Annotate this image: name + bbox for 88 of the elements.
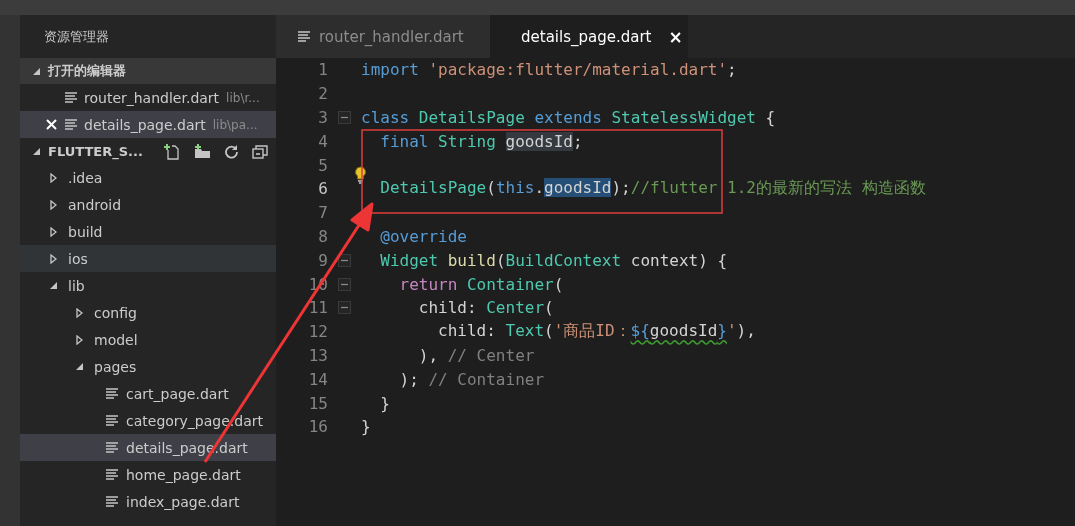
line-number: 4 [317,131,328,151]
code-line: child: Center( [417,298,554,318]
section-header[interactable]: FLUTTER_S... [48,143,143,159]
file-lines-icon [65,92,77,103]
fold-icon[interactable] [338,111,351,124]
collapsed-triangle-icon[interactable] [49,199,57,210]
code-line: } [361,417,371,437]
file-lines-icon [106,388,118,399]
line-number: 3 [317,108,328,127]
line-number: 1 [317,60,328,80]
expanded-triangle-icon[interactable] [48,281,58,290]
code-line: return Container( [398,274,564,294]
sidebar-title: 资源管理器 [44,27,109,46]
line-number: 2 [317,84,328,104]
collapse-all-icon[interactable] [252,143,268,159]
line-number: 16 [307,417,328,437]
editor-tab[interactable]: details_page.dart × [490,15,688,58]
file-lines-icon [106,442,118,453]
line-number: 7 [317,203,328,223]
folder-name: ios [68,250,88,267]
line-number: 15 [307,393,328,413]
file-name: home_page.dart [126,466,241,483]
code-line: ), // Center [417,345,535,365]
open-editor-item[interactable]: router_handler.dart lib\r... [20,84,276,111]
file-lines-icon [106,469,118,480]
tree-item[interactable]: build [20,218,276,245]
tree-item[interactable]: cart_page.dart [20,380,276,407]
expanded-triangle-icon[interactable] [74,362,84,371]
new-folder-icon[interactable] [194,143,211,159]
code-line: import 'package:flutter/material.dart'; [361,60,737,80]
line-number: 8 [317,226,328,246]
collapsed-triangle-icon[interactable] [49,172,57,183]
collapsed-triangle-icon[interactable] [49,253,57,264]
file-name: cart_page.dart [126,385,229,402]
close-icon[interactable]: × [668,26,683,47]
line-number: 5 [317,155,328,175]
file-lines-icon [106,415,118,426]
open-editor-item[interactable]: details_page.dart lib\pa... [20,111,276,138]
collapsed-triangle-icon[interactable] [75,334,83,345]
code-line: } [379,393,390,413]
code-line: child: Text('商品ID：${goodsId}'), [437,321,756,343]
line-number: 11 [307,298,328,318]
editor-tab[interactable]: router_handler.dart [276,15,490,58]
file-lines-icon [65,119,77,130]
line-number: 14 [307,369,328,389]
tree-item[interactable]: pages [20,353,276,380]
file-path: lib\r... [226,90,260,105]
folder-name: .idea [68,169,103,186]
line-number: 6 [317,179,328,199]
refresh-icon[interactable] [224,143,239,159]
line-number: 9 [317,250,328,270]
collapsed-triangle-icon[interactable] [75,307,83,318]
tree-item[interactable]: ios [20,245,276,272]
fold-icon[interactable] [338,253,351,267]
line-number: 12 [307,322,328,342]
tree-item[interactable]: home_page.dart [20,461,276,488]
file-lines-icon [106,496,118,507]
folder-name: build [68,223,103,240]
tree-item[interactable]: android [20,191,276,218]
expanded-triangle-icon[interactable] [32,66,41,76]
code-line: Widget build(BuildContext context) { [379,250,728,270]
lightbulb-icon[interactable] [354,166,367,185]
folder-name: pages [94,358,137,375]
folder-name: lib [68,277,85,294]
code-line: DetailsPage(this.goodsId);//flutter 1.2的最新的写法 构造函数 [379,178,926,200]
file-path: lib\pa... [212,117,258,132]
file-name: router_handler.dart [84,89,220,106]
collapsed-triangle-icon[interactable] [49,226,57,237]
code-line: final String goodsId; [379,131,583,151]
line-number: 13 [307,345,328,365]
file-lines-icon [298,31,310,42]
tree-item[interactable]: config [20,299,276,326]
code-line: class DetailsPage extends StatelessWidget { [361,108,776,127]
file-name: index_page.dart [126,493,240,510]
folder-name: model [94,331,138,348]
file-name: details_page.dart [84,116,206,133]
tree-item[interactable]: lib [20,272,276,299]
tree-item[interactable]: .idea [20,164,276,191]
code-line: @override [379,226,467,246]
fold-icon[interactable] [338,301,351,315]
folder-name: android [68,196,122,213]
folder-name: config [94,304,137,321]
fold-icon[interactable] [338,277,351,291]
tree-item[interactable]: index_page.dart [20,488,276,515]
tree-item[interactable]: model [20,326,276,353]
new-file-icon[interactable] [164,142,181,160]
expanded-triangle-icon[interactable] [32,146,41,156]
code-line: ); // Container [398,369,545,389]
